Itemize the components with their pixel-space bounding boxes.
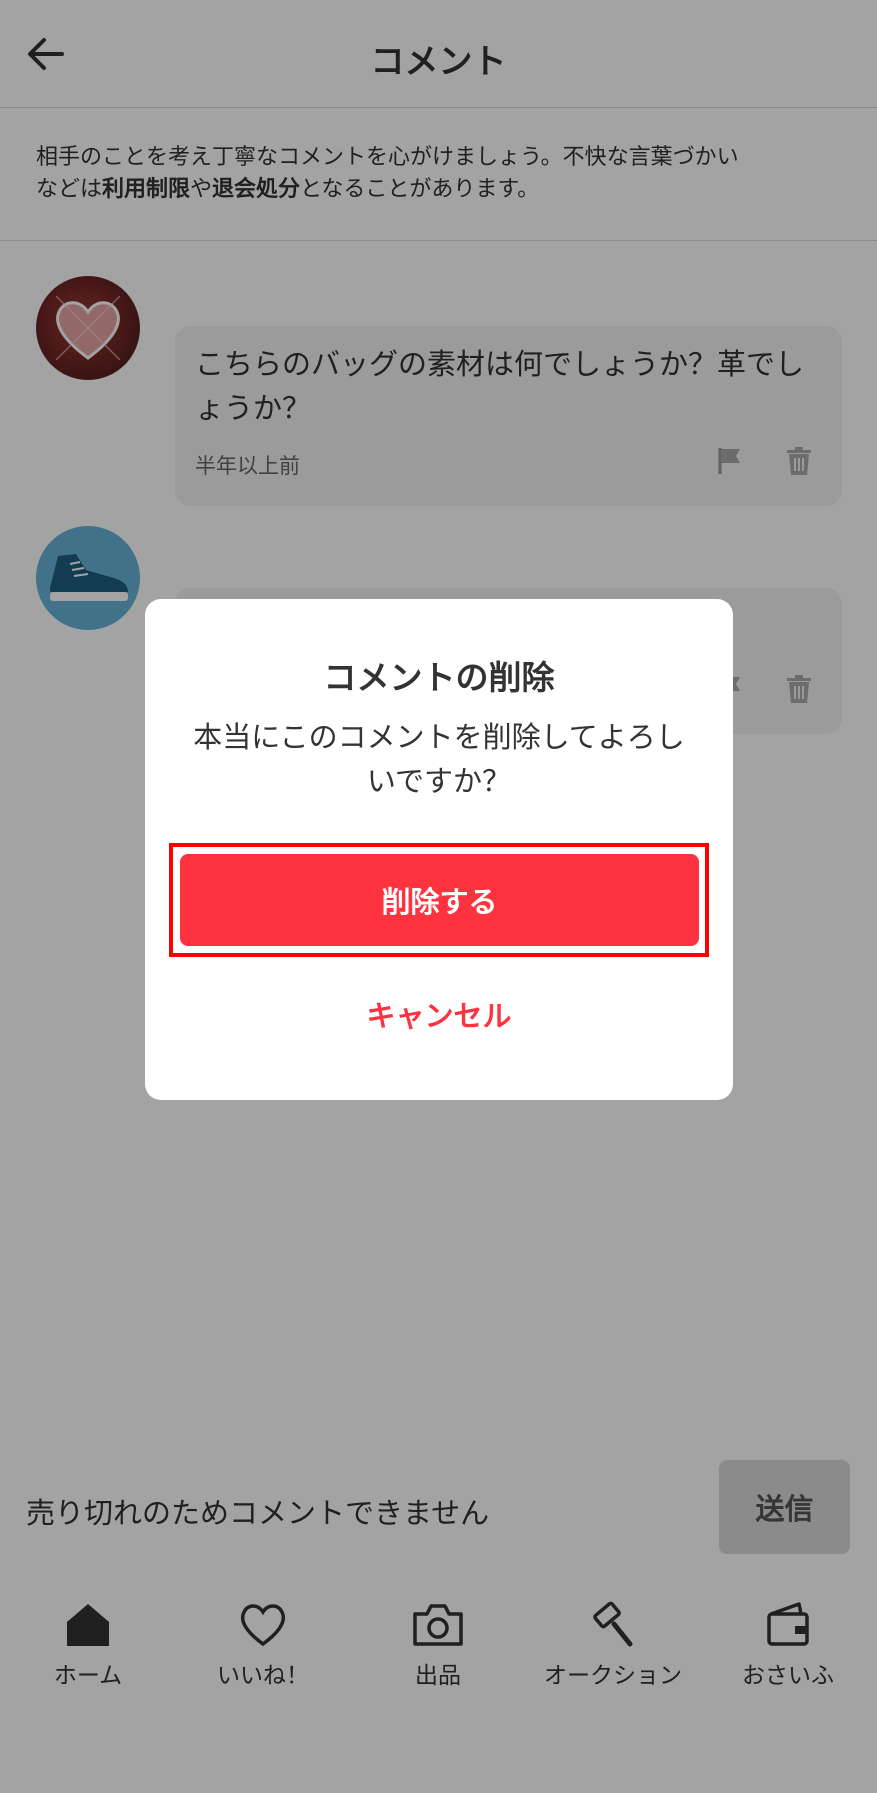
delete-comment-dialog: コメントの削除 本当にこのコメントを削除してよろしいですか？ 削除する キャンセ… <box>145 599 733 1100</box>
delete-button[interactable]: 削除する <box>180 854 699 946</box>
dialog-message: 本当にこのコメントを削除してよろしいですか？ <box>193 720 685 798</box>
cancel-button[interactable]: キャンセル <box>145 993 733 1035</box>
dialog-title: コメントの削除 <box>323 658 555 697</box>
